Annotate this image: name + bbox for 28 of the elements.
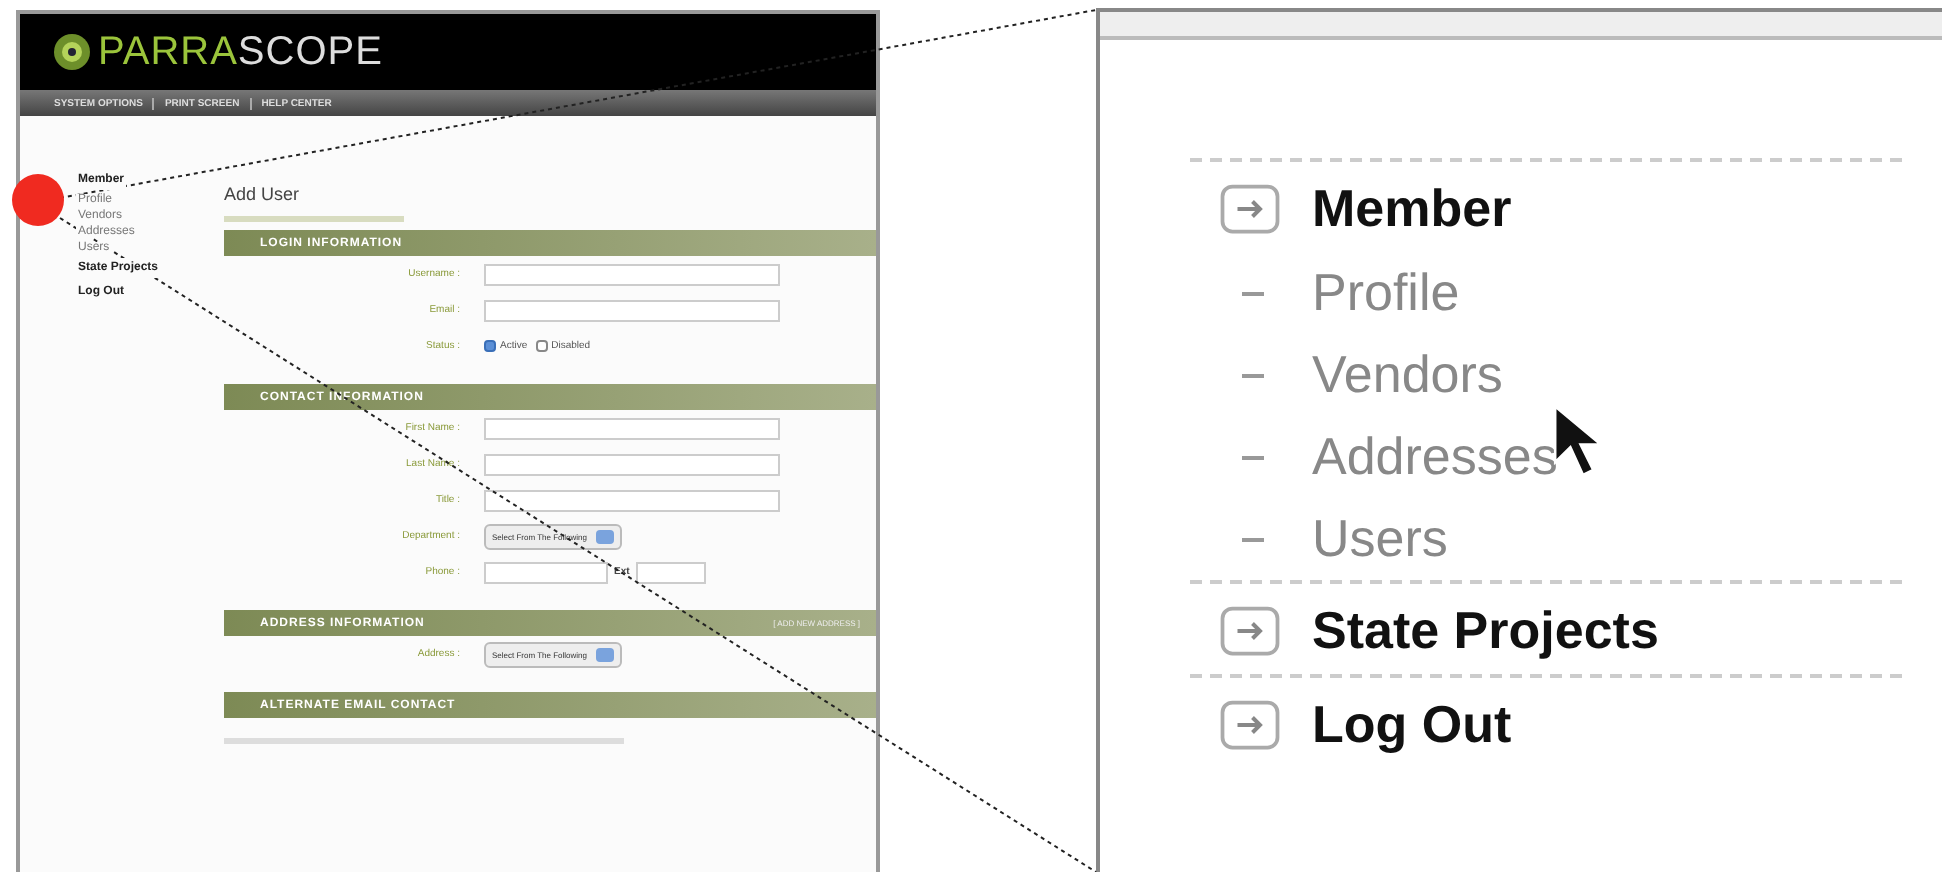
globe-icon	[52, 32, 92, 72]
submenu-item[interactable]: Addresses	[1312, 426, 1558, 488]
input-field[interactable]	[484, 561, 608, 583]
radio-button[interactable]	[484, 340, 496, 352]
input-field[interactable]	[484, 453, 780, 475]
arrow-box-icon	[1220, 606, 1280, 656]
dropdown-arrow-icon	[595, 529, 613, 543]
dash-icon	[1242, 455, 1264, 459]
input-field[interactable]	[484, 417, 780, 439]
arrow-box-icon	[1220, 184, 1280, 234]
page-title: Add User	[224, 184, 302, 204]
menu-item[interactable]: State Projects	[1312, 600, 1659, 662]
dropdown-arrow-icon	[595, 647, 613, 661]
dash-icon	[1242, 537, 1264, 541]
submenu-item[interactable]: Vendors	[1312, 344, 1503, 406]
dash-icon	[1242, 373, 1264, 377]
input-field[interactable]	[484, 489, 780, 511]
input-field[interactable]	[484, 263, 780, 285]
menu-item[interactable]: Log Out	[1312, 694, 1512, 756]
menu-item[interactable]: Member	[1312, 178, 1512, 240]
dash-icon	[1242, 291, 1264, 295]
submenu-item[interactable]: Profile	[1312, 262, 1460, 324]
input-field[interactable]	[635, 561, 706, 583]
logo-text: PARRASCOPE	[98, 29, 383, 75]
submenu-item[interactable]: Users	[1312, 508, 1448, 570]
radio-button[interactable]	[535, 340, 548, 352]
input-field[interactable]	[484, 299, 780, 321]
arrow-box-icon	[1220, 700, 1280, 750]
